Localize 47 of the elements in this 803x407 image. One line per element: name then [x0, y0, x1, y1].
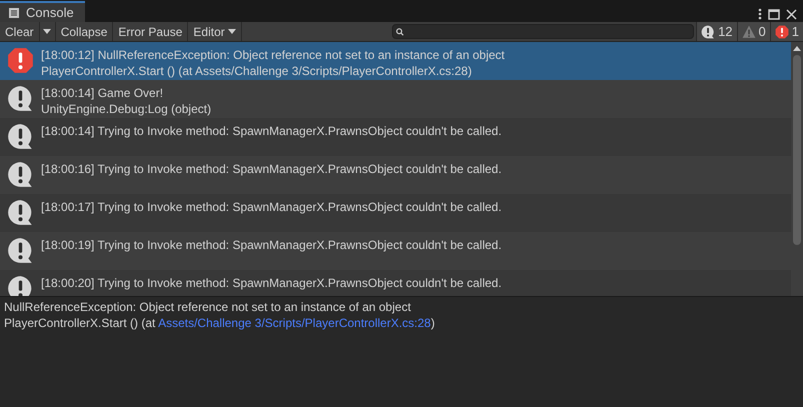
log-entry[interactable]: [18:00:17] Trying to Invoke method: SpawnManagerX.PrawnsObject couldn't be called. [0, 194, 791, 232]
error-pause-button[interactable]: Error Pause [113, 22, 188, 41]
log-entry[interactable]: [18:00:14] Game Over! UnityEngine.Debug:Log (object) [0, 80, 791, 118]
editor-dropdown[interactable]: Editor [188, 22, 242, 41]
log-entry[interactable]: [18:00:16] Trying to Invoke method: SpawnManagerX.PrawnsObject couldn't be called. [0, 156, 791, 194]
scroll-up-icon[interactable] [793, 46, 801, 51]
speech-bubble-icon [7, 237, 34, 264]
log-message: [18:00:14] Trying to Invoke method: SpawnManagerX.PrawnsObject couldn't be called. [41, 123, 502, 139]
clear-button[interactable]: Clear [0, 22, 40, 41]
log-entry[interactable]: [18:00:12] NullReferenceException: Object reference not set to an instance of an object PlayerControllerX.Start () (at Assets/Challenge 3/Scripts/PlayerControllerX.cs:28) [0, 42, 791, 80]
caret-icon [43, 29, 52, 34]
scroll-thumb[interactable] [793, 55, 801, 245]
log-entry[interactable]: [18:00:19] Trying to Invoke method: SpawnManagerX.PrawnsObject couldn't be called. [0, 232, 791, 270]
log-message: UnityEngine.Debug:Log (object) [41, 101, 212, 117]
filter-toggle[interactable]: 12 [696, 22, 737, 41]
speech-bubble-icon [7, 161, 34, 188]
more-icon[interactable] [758, 8, 762, 20]
log-message: [18:00:16] Trying to Invoke method: SpawnManagerX.PrawnsObject couldn't be called. [41, 161, 502, 177]
collapse-button[interactable]: Collapse [56, 22, 114, 41]
file-link[interactable]: Assets/Challenge 3/Scripts/PlayerControllerX.cs:28 [158, 316, 431, 330]
speech-bubble-icon [7, 199, 34, 226]
log-entry[interactable]: [18:00:14] Trying to Invoke method: SpawnManagerX.PrawnsObject couldn't be called. [0, 118, 791, 156]
log-message: [18:00:19] Trying to Invoke method: SpawnManagerX.PrawnsObject couldn't be called. [41, 237, 502, 253]
log-entry[interactable]: [18:00:20] Trying to Invoke method: SpawnManagerX.PrawnsObject couldn't be called. [0, 270, 791, 296]
log-message: PlayerControllerX.Start () (at Assets/Challenge 3/Scripts/PlayerControllerX.cs:28) [41, 63, 473, 79]
log-message: [18:00:20] Trying to Invoke method: SpawnManagerX.PrawnsObject couldn't be called. [41, 275, 502, 291]
maximize-icon[interactable] [768, 8, 780, 20]
warning-icon [742, 24, 756, 38]
search-icon [396, 28, 404, 36]
console-tab[interactable]: Console [0, 1, 85, 22]
list-icon [8, 6, 20, 18]
error-icon [7, 47, 34, 74]
filter-toggle[interactable]: 0 [736, 22, 770, 41]
search-field[interactable] [392, 24, 694, 39]
stack-trace: PlayerControllerX.Start () (at Assets/Challenge 3/Scripts/PlayerControllerX.cs:28) [4, 315, 436, 331]
scrollbar[interactable] [791, 42, 803, 296]
speech-bubble-icon [7, 123, 34, 150]
detail-message: NullReferenceException: Object reference not set to an instance of an object [4, 299, 412, 315]
speech-bubble-icon [7, 85, 34, 112]
log-message: [18:00:17] Trying to Invoke method: SpawnManagerX.PrawnsObject couldn't be called. [41, 199, 502, 215]
log-message: [18:00:12] NullReferenceException: Object reference not set to an instance of an object [41, 47, 505, 63]
filter-toggle[interactable]: 1 [770, 22, 803, 41]
log-message: [18:00:14] Game Over! [41, 85, 164, 101]
speech-bubble-icon [701, 24, 716, 38]
caret-icon [228, 29, 236, 34]
close-icon[interactable] [786, 8, 797, 20]
error-icon [774, 24, 789, 38]
